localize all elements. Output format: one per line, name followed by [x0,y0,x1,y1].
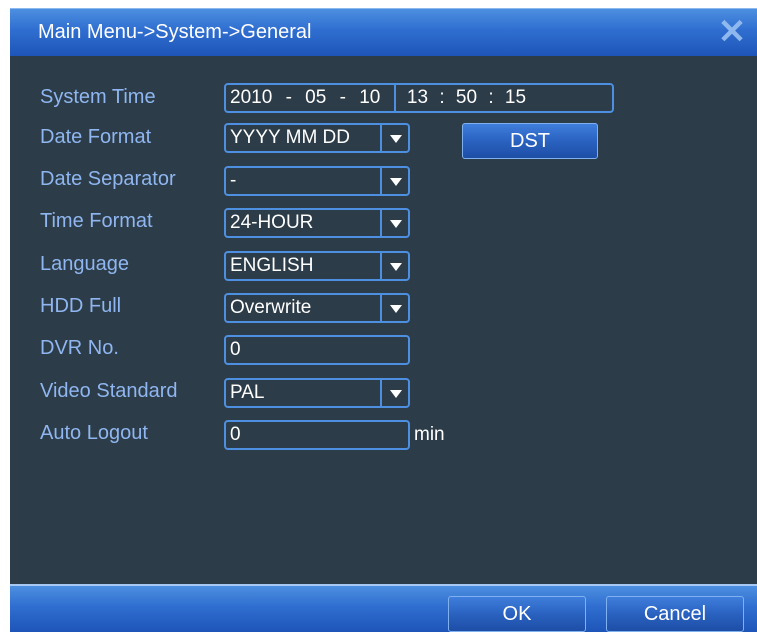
date-format-select[interactable]: YYYY MM DD [224,123,410,153]
year-field[interactable]: 2010 [230,87,272,108]
hdd-full-label: HDD Full [40,295,122,317]
minute-field[interactable]: 50 [456,87,477,108]
dropdown-arrow-icon[interactable] [380,293,410,323]
close-icon[interactable]: ✕ [715,15,749,49]
dropdown-arrow-icon[interactable] [380,378,410,408]
auto-logout-unit: min [414,424,445,445]
dropdown-arrow-icon[interactable] [380,123,410,153]
dvr-no-label: DVR No. [40,337,119,359]
cancel-button[interactable]: Cancel [606,596,744,632]
date-format-label: Date Format [40,126,152,148]
time-format-select[interactable]: 24-HOUR [224,208,410,238]
language-select[interactable]: ENGLISH [224,251,410,281]
second-field[interactable]: 15 [505,87,526,108]
date-separator-label: Date Separator [40,168,176,190]
ok-button[interactable]: OK [448,596,586,632]
system-time-field[interactable]: 2010 - 05 - 10 13 : 50 : 15 [224,83,614,113]
auto-logout-input[interactable]: 0 [224,420,410,450]
language-label: Language [40,253,129,275]
month-field[interactable]: 05 [305,87,326,108]
video-standard-select[interactable]: PAL [224,378,410,408]
hour-field[interactable]: 13 [407,87,428,108]
hdd-full-select[interactable]: Overwrite [224,293,410,323]
video-standard-label: Video Standard [40,380,178,402]
window-title: Main Menu->System->General [38,21,312,43]
dropdown-arrow-icon[interactable] [380,251,410,281]
title-bar: Main Menu->System->General ✕ [10,8,757,56]
date-separator-select[interactable]: - [224,166,410,196]
dvr-no-input[interactable]: 0 [224,335,410,365]
bottom-bar: OK Cancel [10,584,757,632]
settings-window: Main Menu->System->General ✕ System Time… [10,8,757,632]
dropdown-arrow-icon[interactable] [380,208,410,238]
date-time-divider [393,85,396,111]
time-format-label: Time Format [40,210,153,232]
auto-logout-label: Auto Logout [40,422,148,444]
system-time-label: System Time [40,86,156,108]
day-field[interactable]: 10 [359,87,380,108]
dst-button[interactable]: DST [462,123,598,159]
dropdown-arrow-icon[interactable] [380,166,410,196]
